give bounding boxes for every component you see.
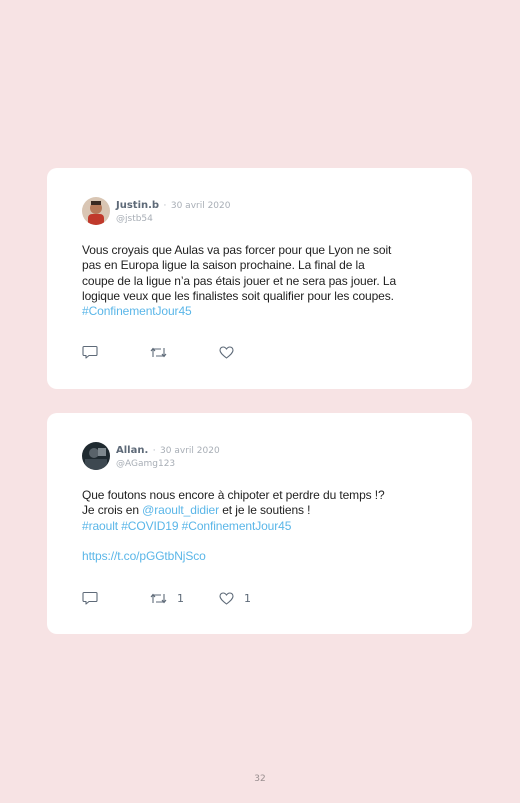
- tweet-actions: [82, 344, 282, 360]
- tweet-text: Que foutons nous encore à chipoter et pe…: [82, 488, 444, 564]
- like-button[interactable]: [219, 344, 234, 360]
- tweet-card[interactable]: Allan. · 30 avril 2020 @AGamg123 Que fou…: [47, 413, 472, 634]
- heart-icon: [219, 345, 234, 359]
- retweet-icon: [150, 347, 167, 357]
- tweet-date[interactable]: 30 avril 2020: [171, 201, 231, 211]
- reply-button[interactable]: [82, 344, 98, 360]
- avatar[interactable]: [82, 442, 110, 470]
- mention-link[interactable]: @raoult_didier: [142, 503, 219, 517]
- tweet-meta: Justin.b · 30 avril 2020 @jstb54: [116, 197, 230, 226]
- hashtag-link[interactable]: #ConfinementJour45: [82, 304, 444, 319]
- reply-icon: [82, 591, 98, 605]
- author-name[interactable]: Allan.: [116, 445, 148, 456]
- tweet-line: pas en Europa ligue la saison prochaine.…: [82, 258, 365, 273]
- page-number: 32: [254, 774, 266, 784]
- retweet-button[interactable]: 1: [150, 590, 184, 606]
- tweet-date[interactable]: 30 avril 2020: [160, 446, 220, 456]
- like-button[interactable]: 1: [219, 590, 251, 606]
- tweet-line: Vous croyais que Aulas va pas forcer pou…: [82, 243, 392, 257]
- retweet-button[interactable]: [150, 344, 167, 360]
- url-link[interactable]: https://t.co/pGGtbNjSco: [82, 549, 444, 564]
- author-name[interactable]: Justin.b: [116, 200, 159, 211]
- heart-icon: [219, 591, 234, 605]
- tweet-line: Je crois en @raoult_didier et je le sout…: [82, 503, 444, 518]
- tweet-line: logique veux que les finalistes soit qua…: [82, 288, 394, 303]
- tweet-meta: Allan. · 30 avril 2020 @AGamg123: [116, 442, 220, 471]
- tweet-header: Justin.b · 30 avril 2020 @jstb54: [82, 196, 230, 226]
- avatar[interactable]: [82, 197, 110, 225]
- author-handle[interactable]: @jstb54: [116, 213, 230, 226]
- tweet-actions: 1 1: [82, 590, 282, 606]
- reply-icon: [82, 345, 98, 359]
- hashtag-link[interactable]: #raoult #COVID19 #ConfinementJour45: [82, 519, 444, 534]
- retweet-icon: [150, 593, 167, 603]
- tweet-text-fragment: Je crois en: [82, 503, 143, 518]
- tweet-line: coupe de la ligue n’a pas étais jouer et…: [82, 273, 397, 288]
- tweet-line: Que foutons nous encore à chipoter et pe…: [82, 488, 385, 502]
- separator-dot: ·: [152, 445, 156, 456]
- retweet-count: 1: [177, 591, 184, 605]
- tweet-text-fragment: et je le soutiens !: [219, 503, 311, 518]
- reply-button[interactable]: [82, 590, 98, 606]
- tweet-text: Vous croyais que Aulas va pas forcer pou…: [82, 243, 444, 319]
- tweet-card[interactable]: Justin.b · 30 avril 2020 @jstb54 Vous cr…: [47, 168, 472, 389]
- separator-dot: ·: [163, 200, 167, 211]
- tweet-header: Allan. · 30 avril 2020 @AGamg123: [82, 441, 220, 471]
- like-count: 1: [244, 591, 251, 605]
- author-handle[interactable]: @AGamg123: [116, 458, 220, 471]
